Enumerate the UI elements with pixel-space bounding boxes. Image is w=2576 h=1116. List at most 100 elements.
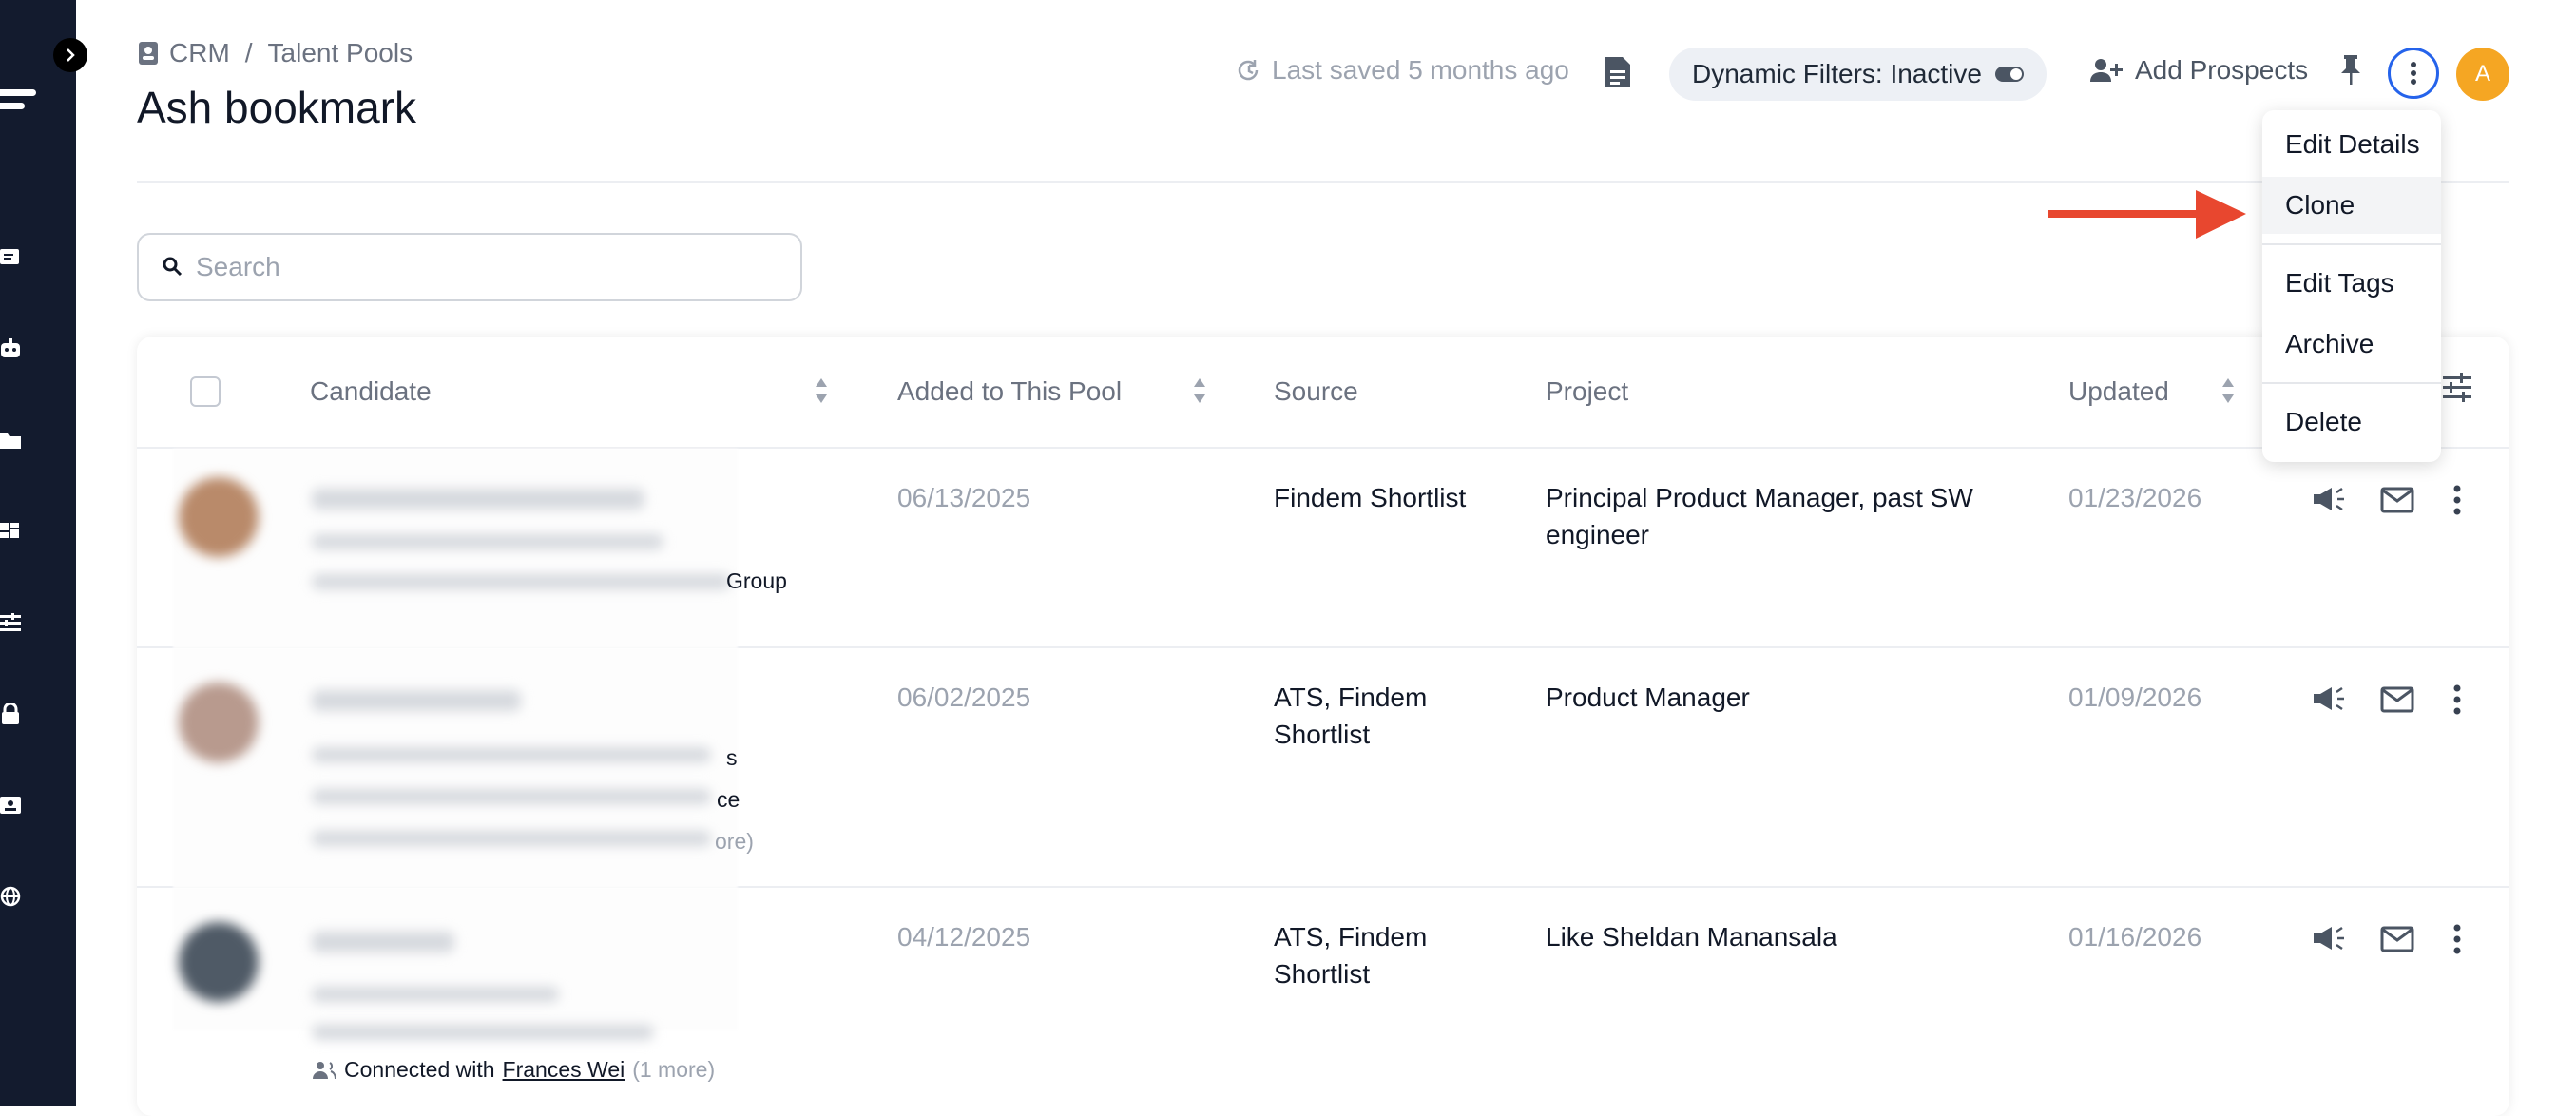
folder-icon[interactable] xyxy=(0,428,25,452)
column-settings-icon[interactable] xyxy=(2441,371,2473,403)
updated-date: 01/09/2026 xyxy=(2068,683,2202,712)
last-saved-status: Last saved 5 months ago xyxy=(1236,55,1569,86)
messages-icon[interactable] xyxy=(0,245,25,270)
dynamic-filters-toggle[interactable]: Dynamic Filters: Inactive xyxy=(1669,48,2047,101)
menu-divider xyxy=(2262,243,2441,245)
candidates-table: Candidate Added to This Pool Source Proj… xyxy=(137,337,2509,1116)
dynamic-filters-label: Dynamic Filters: Inactive xyxy=(1692,59,1982,88)
menu-item-delete[interactable]: Delete xyxy=(2262,394,2441,451)
mail-icon[interactable] xyxy=(2380,487,2414,513)
redacted-name xyxy=(312,489,644,510)
sidebar-expand-button[interactable] xyxy=(53,38,87,72)
project[interactable]: Principal Product Manager, past SW engin… xyxy=(1546,479,2021,553)
source: ATS, Findem Shortlist xyxy=(1274,683,1428,749)
table-row[interactable]: Group 06/13/2025 Findem Shortlist Princi… xyxy=(137,449,2509,648)
menu-divider xyxy=(2262,382,2441,384)
contacts-icon[interactable] xyxy=(0,793,25,818)
more-vertical-icon xyxy=(2411,62,2416,85)
table-row[interactable]: s ce ore) 06/02/2025 ATS, Findem Shortli… xyxy=(137,648,2509,888)
updated-date: 01/16/2026 xyxy=(2068,922,2202,952)
header-divider xyxy=(137,181,2509,183)
last-saved-text: Last saved 5 months ago xyxy=(1272,55,1569,85)
more-options-button[interactable] xyxy=(2388,48,2439,99)
search-box[interactable] xyxy=(137,233,802,301)
breadcrumb: CRM / Talent Pools xyxy=(137,38,413,68)
search-icon xyxy=(163,257,183,277)
redacted-name xyxy=(312,690,521,711)
table-header: Candidate Added to This Pool Source Proj… xyxy=(137,337,2509,449)
column-header-candidate[interactable]: Candidate xyxy=(310,376,432,407)
breadcrumb-separator: / xyxy=(244,38,253,67)
project[interactable]: Product Manager xyxy=(1546,679,2021,716)
added-date: 06/13/2025 xyxy=(897,483,1031,512)
updated-date: 01/23/2026 xyxy=(2068,483,2202,512)
sort-icon[interactable] xyxy=(1192,376,1207,405)
pin-icon xyxy=(2341,55,2360,85)
sort-icon[interactable] xyxy=(814,376,829,405)
mail-icon[interactable] xyxy=(2380,686,2414,713)
redacted-location xyxy=(312,747,711,762)
redacted-title xyxy=(312,789,711,804)
megaphone-icon[interactable] xyxy=(2312,924,2346,952)
column-header-updated[interactable]: Updated xyxy=(2068,376,2169,407)
chevron-right-icon xyxy=(67,48,75,62)
column-header-added[interactable]: Added to This Pool xyxy=(897,376,1122,407)
pin-button[interactable] xyxy=(2338,53,2363,90)
redacted-title xyxy=(312,1025,654,1040)
redacted-connections xyxy=(312,831,711,846)
contact-book-icon xyxy=(139,42,158,65)
avatar[interactable]: A xyxy=(2456,48,2509,101)
project[interactable]: Like Sheldan Manansala xyxy=(1546,918,2021,955)
row-more-icon[interactable] xyxy=(2452,684,2462,715)
row-more-icon[interactable] xyxy=(2452,924,2462,954)
partial-text: ce xyxy=(717,787,740,812)
mail-icon[interactable] xyxy=(2380,926,2414,952)
candidate-photo xyxy=(179,683,259,762)
document-icon xyxy=(1605,57,1630,87)
filters-icon[interactable] xyxy=(0,610,25,635)
connected-with: Connected with Frances Wei (1 more) xyxy=(312,1057,715,1083)
breadcrumb-talent-pools-link[interactable]: Talent Pools xyxy=(268,38,413,68)
redacted-location xyxy=(312,534,663,549)
column-header-project: Project xyxy=(1546,376,1629,406)
connection-link[interactable]: Frances Wei xyxy=(503,1057,625,1083)
partial-text: Group xyxy=(726,568,787,593)
menu-item-edit-tags[interactable]: Edit Tags xyxy=(2262,255,2441,312)
connection-more[interactable]: (1 more) xyxy=(632,1057,715,1083)
redacted-candidate-info xyxy=(173,648,738,888)
candidate-photo xyxy=(179,477,259,557)
toggle-off-icon xyxy=(1994,67,2024,82)
redacted-name xyxy=(312,932,454,952)
megaphone-icon[interactable] xyxy=(2312,485,2346,513)
lock-icon[interactable] xyxy=(0,702,25,726)
add-user-icon xyxy=(2090,59,2123,82)
annotation-arrow-icon xyxy=(2048,190,2246,239)
redacted-location xyxy=(312,987,559,1002)
more-options-menu: Edit Details Clone Edit Tags Archive Del… xyxy=(2262,110,2441,462)
history-icon xyxy=(1238,60,1259,81)
menu-item-clone[interactable]: Clone xyxy=(2262,177,2441,234)
bot-icon[interactable] xyxy=(0,337,25,361)
redacted-title xyxy=(312,574,730,589)
column-header-source: Source xyxy=(1274,376,1358,406)
connected-prefix: Connected with xyxy=(344,1057,495,1082)
menu-item-edit-details[interactable]: Edit Details xyxy=(2262,116,2441,173)
connections-icon xyxy=(313,1061,336,1079)
page-title: Ash bookmark xyxy=(137,83,417,132)
notes-button[interactable] xyxy=(1603,55,1633,94)
table-row[interactable]: Connected with Frances Wei (1 more) 04/1… xyxy=(137,888,2509,1116)
globe-icon[interactable] xyxy=(0,884,25,909)
add-prospects-button[interactable]: Add Prospects xyxy=(2089,55,2308,86)
select-all-checkbox[interactable] xyxy=(190,376,221,407)
dashboard-icon[interactable] xyxy=(0,519,25,544)
added-date: 04/12/2025 xyxy=(897,922,1031,952)
add-prospects-label: Add Prospects xyxy=(2135,55,2309,85)
menu-item-archive[interactable]: Archive xyxy=(2262,316,2441,373)
sort-icon[interactable] xyxy=(2220,376,2236,405)
megaphone-icon[interactable] xyxy=(2312,684,2346,713)
breadcrumb-crm-link[interactable]: CRM xyxy=(169,38,230,68)
source: ATS, Findem Shortlist xyxy=(1274,922,1428,989)
search-input[interactable] xyxy=(196,252,766,282)
row-more-icon[interactable] xyxy=(2452,485,2462,515)
source: Findem Shortlist xyxy=(1274,483,1467,512)
